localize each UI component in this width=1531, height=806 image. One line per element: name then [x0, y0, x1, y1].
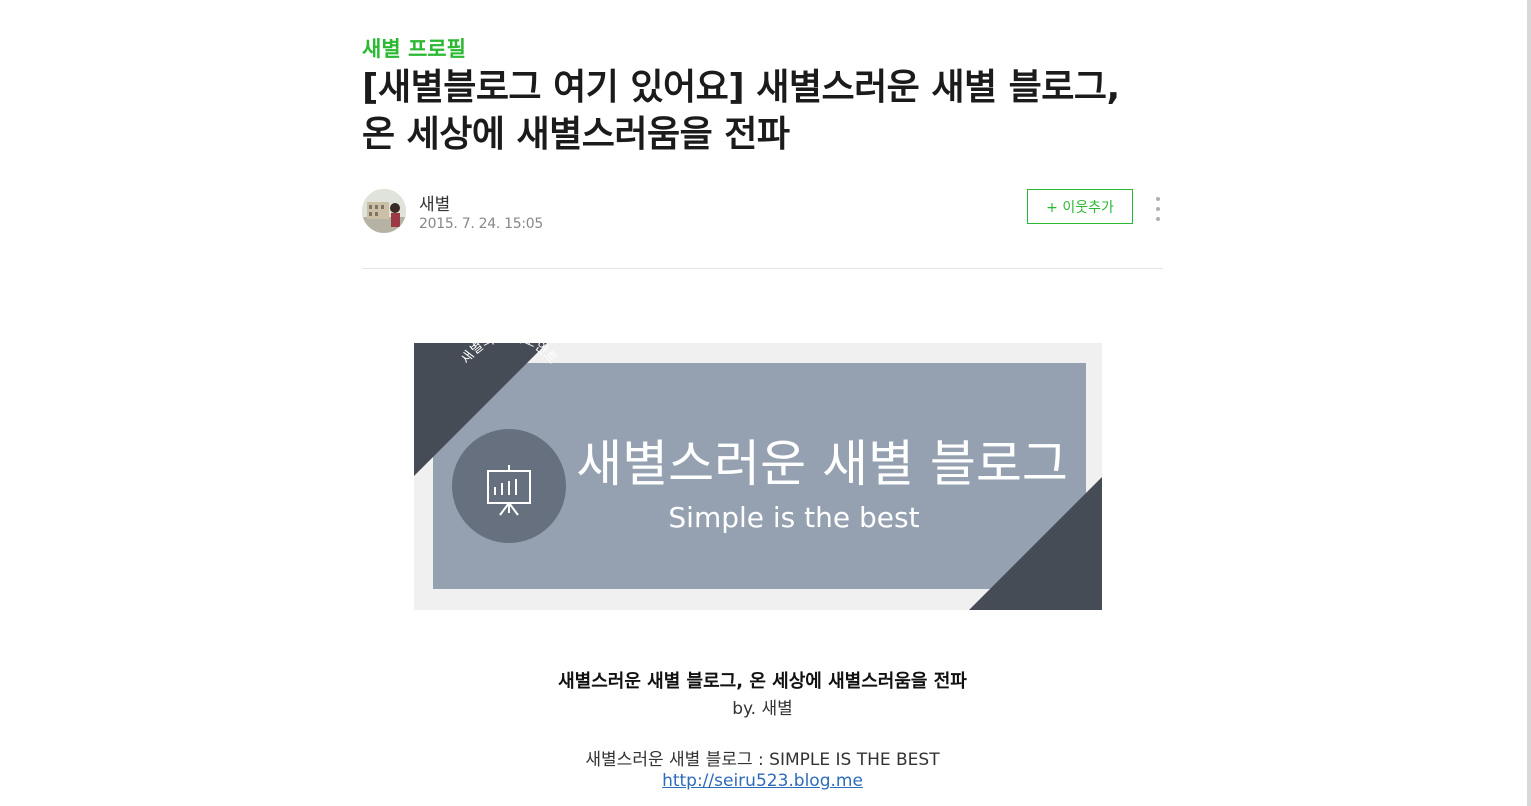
post-category[interactable]: 새별 프로필	[362, 33, 466, 63]
banner-image: 새별의 파워포인트 새별스러운 새별 블로그 Simple is the bes…	[414, 330, 1102, 610]
scrollbar[interactable]	[1527, 0, 1531, 806]
caption-byline: by. 새별	[732, 699, 793, 719]
caption-title: 새별스러운 새별 블로그, 온 세상에 새별스러움을 전파	[558, 671, 967, 692]
post-title: [새별블로그 여기 있어요] 새별스러운 새별 블로그, 온 세상에 새별스러움…	[362, 67, 1120, 155]
more-vertical-icon[interactable]	[1152, 197, 1164, 221]
post-date: 2015. 7. 24. 15:05	[419, 216, 543, 232]
blog-link-wrapper: http://seiru523.blog.me	[362, 771, 1163, 791]
banner-sub-text: Simple is the best	[668, 501, 919, 534]
divider	[362, 268, 1163, 269]
banner-main-text: 새별스러운 새별 블로그	[576, 435, 1068, 493]
add-neighbor-button[interactable]: + 이웃추가	[1027, 189, 1133, 224]
caption-subtitle: 새별스러운 새별 블로그 : SIMPLE IS THE BEST	[585, 750, 940, 770]
author-name[interactable]: 새별	[419, 190, 450, 215]
blog-link[interactable]: http://seiru523.blog.me	[662, 771, 863, 791]
author-avatar[interactable]	[362, 189, 406, 233]
